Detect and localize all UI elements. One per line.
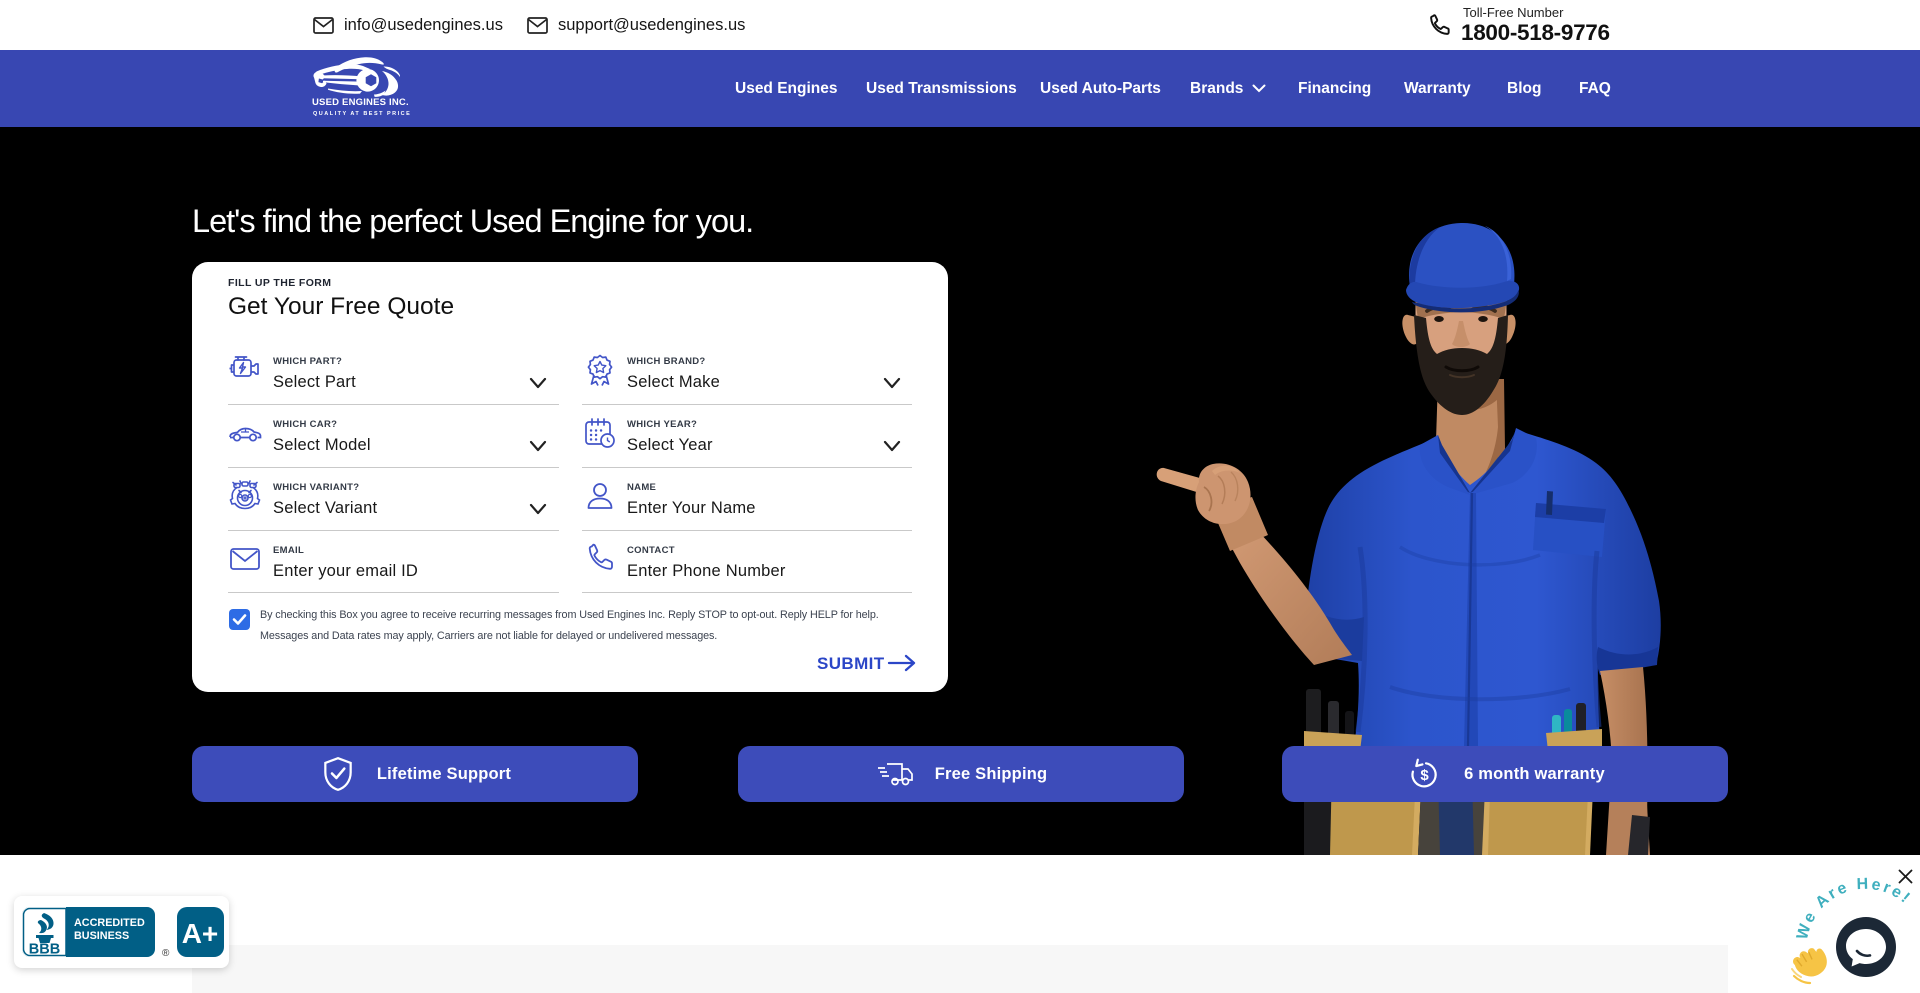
svg-text:BUSINESS: BUSINESS [74, 930, 129, 942]
svg-text:ACCREDITED: ACCREDITED [74, 917, 145, 929]
svg-text:$: $ [1420, 767, 1429, 784]
svg-text:®: ® [162, 948, 170, 959]
svg-text:A+: A+ [182, 918, 219, 949]
svg-text:BBB: BBB [29, 942, 60, 958]
